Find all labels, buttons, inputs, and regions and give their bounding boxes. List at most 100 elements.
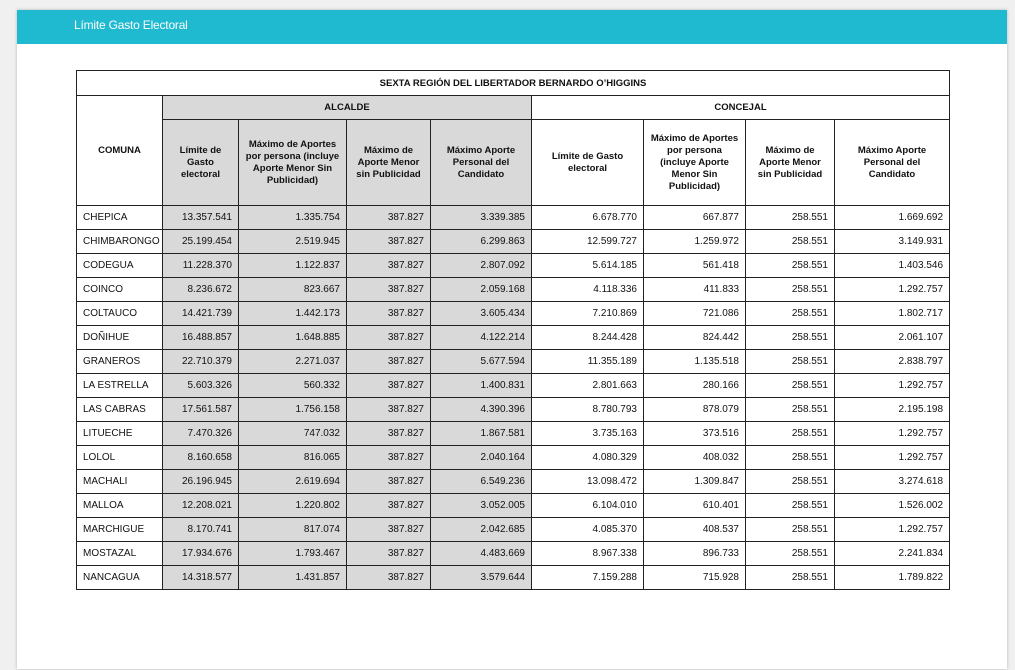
value-cell: 3.579.644	[430, 565, 532, 590]
value-cell: 1.756.158	[238, 397, 347, 422]
group-header-concejal: CONCEJAL	[530, 95, 951, 120]
value-cell: 3.605.434	[430, 301, 532, 326]
table-body: CHEPICA 13.357.541 1.335.754 387.827 3.339.3…	[76, 205, 951, 590]
value-cell: 387.827	[346, 373, 431, 398]
document-page: Límite Gasto Electoral SEXTA REGIÓN DEL …	[17, 10, 1007, 669]
value-cell: 4.118.336	[531, 277, 644, 302]
value-cell: 2.519.945	[238, 229, 347, 254]
value-cell: 6.104.010	[531, 493, 644, 518]
value-cell: 11.355.189	[531, 349, 644, 374]
value-cell: 1.335.754	[238, 205, 347, 230]
comuna-cell: CHIMBARONGO	[76, 229, 163, 254]
table-row: LA ESTRELLA 5.603.326 560.332 387.827 1.400.…	[76, 373, 951, 398]
value-cell: 258.551	[745, 517, 835, 542]
value-cell: 721.086	[643, 301, 746, 326]
comuna-cell: LAS CABRAS	[76, 397, 163, 422]
value-cell: 387.827	[346, 445, 431, 470]
comuna-cell: COINCO	[76, 277, 163, 302]
value-cell: 3.149.931	[833, 229, 951, 254]
spending-limits-table: SEXTA REGIÓN DEL LIBERTADOR BERNARDO O’H…	[75, 70, 951, 590]
value-cell: 610.401	[643, 493, 746, 518]
table-row: COLTAUCO 14.421.739 1.442.173 387.827 3.605.…	[76, 301, 951, 326]
value-cell: 12.599.727	[531, 229, 644, 254]
comuna-cell: MALLOA	[76, 493, 163, 518]
value-cell: 1.309.847	[643, 469, 746, 494]
value-cell: 13.098.472	[531, 469, 644, 494]
comuna-cell: LITUECHE	[76, 421, 163, 446]
value-cell: 17.934.676	[162, 541, 239, 566]
value-cell: 561.418	[643, 253, 746, 278]
value-cell: 3.339.385	[430, 205, 532, 230]
value-cell: 11.228.370	[162, 253, 239, 278]
value-cell: 817.074	[238, 517, 347, 542]
column-header: Máximo Aporte Personal del Candidato	[430, 119, 532, 206]
value-cell: 896.733	[643, 541, 746, 566]
value-cell: 17.561.587	[162, 397, 239, 422]
value-cell: 6.549.236	[430, 469, 532, 494]
value-cell: 1.220.802	[238, 493, 347, 518]
value-cell: 4.085.370	[531, 517, 644, 542]
value-cell: 14.318.577	[162, 565, 239, 590]
value-cell: 560.332	[238, 373, 347, 398]
value-cell: 387.827	[346, 421, 431, 446]
table-row: NANCAGUA 14.318.577 1.431.857 387.827 3.579.…	[76, 565, 951, 590]
table-row: CHEPICA 13.357.541 1.335.754 387.827 3.339.3…	[76, 205, 951, 230]
value-cell: 258.551	[745, 541, 835, 566]
value-cell: 408.032	[643, 445, 746, 470]
value-cell: 747.032	[238, 421, 347, 446]
value-cell: 258.551	[745, 469, 835, 494]
value-cell: 1.292.757	[833, 445, 951, 470]
value-cell: 3.735.163	[531, 421, 644, 446]
document-title: Límite Gasto Electoral	[74, 18, 188, 32]
value-cell: 1.292.757	[833, 277, 951, 302]
comuna-cell: NANCAGUA	[76, 565, 163, 590]
column-header: Máximo de Aportes por persona (incluye A…	[238, 119, 347, 206]
table-row: MOSTAZAL 17.934.676 1.793.467 387.827 4.483.…	[76, 541, 951, 566]
value-cell: 1.442.173	[238, 301, 347, 326]
value-cell: 408.537	[643, 517, 746, 542]
value-cell: 1.259.972	[643, 229, 746, 254]
table-row: LOLOL 8.160.658 816.065 387.827 2.040.164 4.0…	[76, 445, 951, 470]
value-cell: 258.551	[745, 349, 835, 374]
value-cell: 2.040.164	[430, 445, 532, 470]
column-header: Máximo de Aporte Menor sin Publicidad	[346, 119, 431, 206]
value-cell: 2.195.198	[833, 397, 951, 422]
value-cell: 8.967.338	[531, 541, 644, 566]
value-cell: 373.516	[643, 421, 746, 446]
value-cell: 1.135.518	[643, 349, 746, 374]
value-cell: 1.648.885	[238, 325, 347, 350]
table-row: DOÑIHUE 16.488.857 1.648.885 387.827 4.122.2…	[76, 325, 951, 350]
value-cell: 387.827	[346, 469, 431, 494]
value-cell: 258.551	[745, 229, 835, 254]
comuna-cell: MOSTAZAL	[76, 541, 163, 566]
comuna-cell: LOLOL	[76, 445, 163, 470]
table-title: SEXTA REGIÓN DEL LIBERTADOR BERNARDO O’H…	[75, 70, 951, 96]
value-cell: 12.208.021	[162, 493, 239, 518]
value-cell: 2.807.092	[430, 253, 532, 278]
value-cell: 1.292.757	[833, 373, 951, 398]
value-cell: 5.603.326	[162, 373, 239, 398]
value-cell: 823.667	[238, 277, 347, 302]
value-cell: 3.274.618	[833, 469, 951, 494]
value-cell: 280.166	[643, 373, 746, 398]
value-cell: 1.431.857	[238, 565, 347, 590]
table-row: CHIMBARONGO 25.199.454 2.519.945 387.827 6.2…	[76, 229, 951, 254]
value-cell: 878.079	[643, 397, 746, 422]
column-header: Límite de Gasto electoral	[531, 119, 644, 206]
value-cell: 14.421.739	[162, 301, 239, 326]
value-cell: 6.678.770	[531, 205, 644, 230]
value-cell: 1.400.831	[430, 373, 532, 398]
value-cell: 7.159.288	[531, 565, 644, 590]
value-cell: 715.928	[643, 565, 746, 590]
comuna-cell: DOÑIHUE	[76, 325, 163, 350]
column-header: Máximo de Aportes por persona (incluye A…	[643, 119, 746, 206]
value-cell: 816.065	[238, 445, 347, 470]
value-cell: 3.052.005	[430, 493, 532, 518]
comuna-cell: GRANEROS	[76, 349, 163, 374]
value-cell: 411.833	[643, 277, 746, 302]
table-row: COINCO 8.236.672 823.667 387.827 2.059.168 4.…	[76, 277, 951, 302]
value-cell: 2.042.685	[430, 517, 532, 542]
value-cell: 26.196.945	[162, 469, 239, 494]
value-cell: 7.470.326	[162, 421, 239, 446]
value-cell: 2.838.797	[833, 349, 951, 374]
